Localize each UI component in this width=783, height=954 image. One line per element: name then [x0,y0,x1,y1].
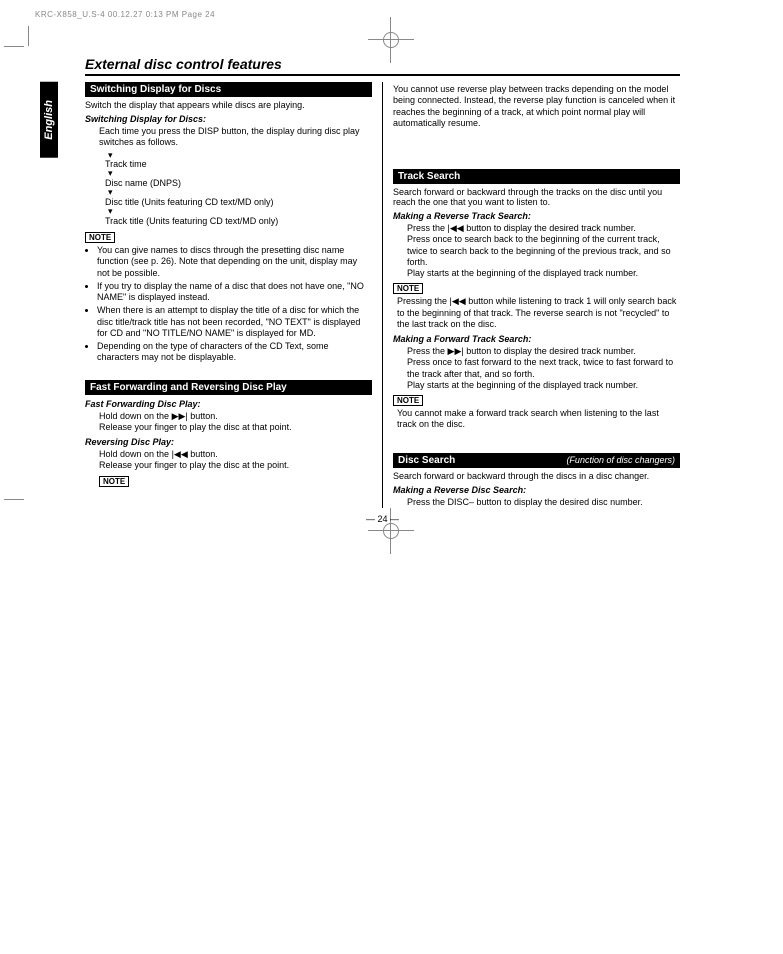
note-label: NOTE [393,395,423,406]
note-label: NOTE [393,283,423,294]
subheading: Switching Display for Discs: [85,114,372,124]
body-text: Press the ▶▶| button to display the desi… [407,346,680,391]
flow-item: Track time [105,159,147,169]
note-item: Depending on the type of characters of t… [97,341,372,364]
body-text: Each time you press the DISP button, the… [99,126,372,149]
flow-item: Disc name (DNPS) [105,178,181,188]
section-heading: Disc Search (Function of disc changers) [393,453,680,468]
rewind-icon: |◀◀ [450,296,466,307]
section-heading: Track Search [393,169,680,184]
body-text: Hold down on the ▶▶| button. Release you… [99,411,372,434]
heading-text: Fast Forwarding and Reversing Disc Play [90,382,287,393]
heading-text: Switching Display for Discs [90,84,221,95]
body-text: Press the DISC– button to display the de… [407,497,680,508]
note-item: If you try to display the name of a disc… [97,281,372,304]
subheading: Making a Reverse Track Search: [393,211,680,221]
down-arrow-icon: ▾ [108,153,372,158]
subheading: Making a Reverse Disc Search: [393,485,680,495]
left-column: Switching Display for Discs Switch the d… [85,82,382,508]
section-heading: Fast Forwarding and Reversing Disc Play [85,380,372,395]
down-arrow-icon: ▾ [108,171,372,176]
crop-mark [4,46,34,76]
print-header: KRC-X858_U.S-4 00.12.27 0:13 PM Page 24 [35,10,215,19]
flow-item: Track title (Units featuring CD text/MD … [105,216,278,226]
registration-mark-top [376,25,406,55]
flow-item: Disc title (Units featuring CD text/MD o… [105,197,274,207]
language-tab: English [40,82,58,158]
note-label: NOTE [85,232,115,243]
fast-forward-icon: ▶▶| [172,411,188,422]
body-text: Press the |◀◀ button to display the desi… [407,223,680,279]
heading-text: Track Search [398,171,460,182]
rewind-icon: |◀◀ [172,449,188,460]
subheading: Fast Forwarding Disc Play: [85,399,372,409]
body-text: You cannot use reverse play between trac… [393,84,680,129]
note-body: You cannot make a forward track search w… [397,408,680,431]
section-heading: Switching Display for Discs [85,82,372,97]
page-number: — 24 — [85,514,680,524]
section-intro: Search forward or backward through the t… [393,187,680,207]
note-list: You can give names to discs through the … [85,245,372,364]
down-arrow-icon: ▾ [108,209,372,214]
page-content: External disc control features Switching… [85,56,680,524]
note-item: When there is an attempt to display the … [97,305,372,339]
subheading: Reversing Disc Play: [85,437,372,447]
fast-forward-icon: ▶▶| [448,346,464,357]
rewind-icon: |◀◀ [448,223,464,234]
section-intro: Search forward or backward through the d… [393,471,680,481]
right-column: You cannot use reverse play between trac… [382,82,680,508]
subheading: Making a Forward Track Search: [393,334,680,344]
down-arrow-icon: ▾ [108,190,372,195]
crop-mark [4,485,34,515]
heading-text: Disc Search [398,455,455,466]
body-text: Hold down on the |◀◀ button. Release you… [99,449,372,472]
note-item: You can give names to discs through the … [97,245,372,279]
page-title: External disc control features [85,56,680,76]
section-intro: Switch the display that appears while di… [85,100,372,110]
heading-function: (Function of disc changers) [566,455,675,466]
note-label: NOTE [99,476,129,487]
note-body: Pressing the |◀◀ button while listening … [397,296,680,330]
display-flow: ▾ Track time ▾ Disc name (DNPS) ▾ Disc t… [105,153,372,229]
